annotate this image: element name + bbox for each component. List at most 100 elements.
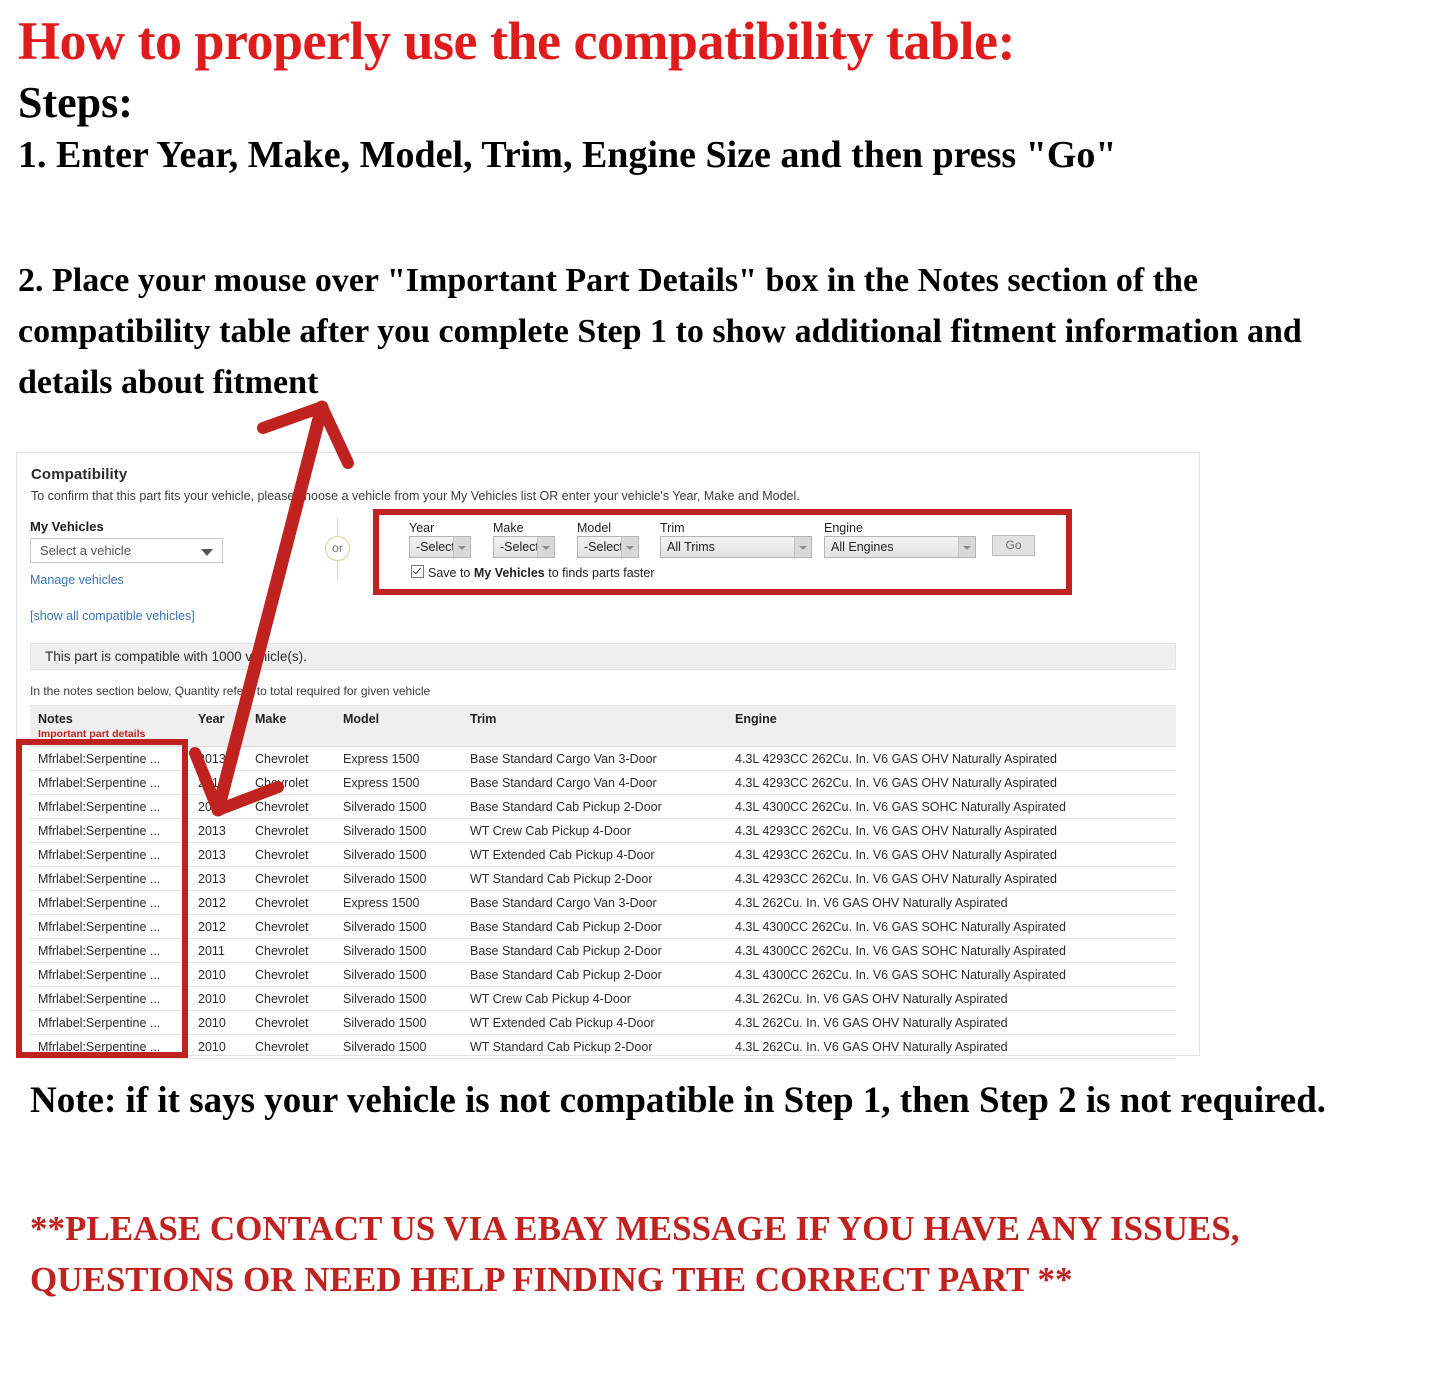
cell-make: Chevrolet bbox=[247, 1034, 335, 1059]
cell-engine: 4.3L 262Cu. In. V6 GAS OHV Naturally Asp… bbox=[727, 986, 1176, 1011]
cell-model: Express 1500 bbox=[335, 746, 462, 771]
table-row: Mfrlabel:Serpentine ... 2013 Chevrolet Silv… bbox=[30, 866, 1176, 891]
cell-notes[interactable]: Mfrlabel:Serpentine ... bbox=[30, 842, 190, 867]
column-header-notes: Notes Important part details bbox=[30, 705, 190, 747]
save-text-bold: My Vehicles bbox=[473, 566, 545, 580]
cell-make: Chevrolet bbox=[247, 938, 335, 963]
show-all-compatible-vehicles-link[interactable]: [show all compatible vehicles] bbox=[30, 609, 195, 623]
cell-trim: Base Standard Cab Pickup 2-Door bbox=[462, 914, 727, 939]
chevron-down-icon bbox=[621, 537, 638, 557]
make-select[interactable]: -Select- bbox=[493, 536, 555, 558]
cell-trim: WT Extended Cab Pickup 4-Door bbox=[462, 842, 727, 867]
cell-trim: Base Standard Cargo Van 4-Door bbox=[462, 770, 727, 795]
vehicle-select-dropdown[interactable]: Select a vehicle bbox=[30, 538, 223, 563]
cell-notes[interactable]: Mfrlabel:Serpentine ... bbox=[30, 914, 190, 939]
instructions-header: How to properly use the compatibility ta… bbox=[18, 11, 1418, 176]
cell-year: 2011 bbox=[190, 938, 247, 963]
cell-trim: WT Standard Cab Pickup 2-Door bbox=[462, 1034, 727, 1059]
cell-make: Chevrolet bbox=[247, 1010, 335, 1035]
compatibility-heading: Compatibility bbox=[31, 466, 128, 483]
model-select[interactable]: -Select- bbox=[577, 536, 639, 558]
cell-notes[interactable]: Mfrlabel:Serpentine ... bbox=[30, 818, 190, 843]
trim-select[interactable]: All Trims bbox=[660, 536, 812, 558]
vehicle-select-value: Select a vehicle bbox=[40, 543, 132, 558]
cell-engine: 4.3L 4293CC 262Cu. In. V6 GAS OHV Natura… bbox=[727, 842, 1176, 867]
cell-notes[interactable]: Mfrlabel:Serpentine ... bbox=[30, 794, 190, 819]
model-label: Model bbox=[577, 521, 612, 535]
cell-make: Chevrolet bbox=[247, 842, 335, 867]
cell-year: 2013 bbox=[190, 866, 247, 891]
column-header-year: Year bbox=[190, 705, 247, 747]
cell-notes[interactable]: Mfrlabel:Serpentine ... bbox=[30, 962, 190, 987]
footer-contact-note: **PLEASE CONTACT US VIA EBAY MESSAGE IF … bbox=[30, 1209, 1240, 1300]
cell-notes[interactable]: Mfrlabel:Serpentine ... bbox=[30, 746, 190, 771]
column-header-make: Make bbox=[247, 705, 335, 747]
cell-model: Silverado 1500 bbox=[335, 794, 462, 819]
important-part-details-label: Important part details bbox=[38, 728, 146, 740]
cell-trim: WT Crew Cab Pickup 4-Door bbox=[462, 818, 727, 843]
compatibility-subtitle: To confirm that this part fits your vehi… bbox=[31, 489, 800, 503]
column-header-trim: Trim bbox=[462, 705, 727, 747]
or-label: or bbox=[332, 541, 343, 555]
or-divider: or bbox=[320, 518, 356, 580]
my-vehicles-label: My Vehicles bbox=[30, 519, 104, 534]
cell-notes[interactable]: Mfrlabel:Serpentine ... bbox=[30, 770, 190, 795]
chevron-down-icon bbox=[794, 537, 811, 557]
cell-trim: Base Standard Cab Pickup 2-Door bbox=[462, 938, 727, 963]
engine-select[interactable]: All Engines bbox=[824, 536, 976, 558]
table-row: Mfrlabel:Serpentine ... 2013 Chevrolet Silv… bbox=[30, 794, 1176, 819]
notes-quantity-hint: In the notes section below, Quantity ref… bbox=[30, 684, 431, 698]
table-row: Mfrlabel:Serpentine ... 2012 Chevrolet Silv… bbox=[30, 914, 1176, 939]
cell-notes[interactable]: Mfrlabel:Serpentine ... bbox=[30, 938, 190, 963]
year-select[interactable]: -Select- bbox=[409, 536, 471, 558]
save-to-my-vehicles-checkbox[interactable] bbox=[411, 565, 424, 578]
cell-engine: 4.3L 262Cu. In. V6 GAS OHV Naturally Asp… bbox=[727, 1034, 1176, 1059]
cell-engine: 4.3L 262Cu. In. V6 GAS OHV Naturally Asp… bbox=[727, 1010, 1176, 1035]
chevron-down-icon bbox=[958, 537, 975, 557]
manage-vehicles-link[interactable]: Manage vehicles bbox=[30, 573, 124, 587]
column-header-model: Model bbox=[335, 705, 462, 747]
cell-notes[interactable]: Mfrlabel:Serpentine ... bbox=[30, 1010, 190, 1035]
cell-model: Silverado 1500 bbox=[335, 842, 462, 867]
cell-make: Chevrolet bbox=[247, 818, 335, 843]
table-row: Mfrlabel:Serpentine ... 2013 Chevrolet Expr… bbox=[30, 770, 1176, 795]
save-to-my-vehicles-row[interactable]: Save to My Vehicles to finds parts faste… bbox=[411, 565, 655, 580]
compatible-count-bar: This part is compatible with 1000 vehicl… bbox=[30, 643, 1176, 670]
cell-year: 2010 bbox=[190, 962, 247, 987]
cell-year: 2012 bbox=[190, 914, 247, 939]
cell-notes[interactable]: Mfrlabel:Serpentine ... bbox=[30, 1034, 190, 1059]
cell-trim: WT Standard Cab Pickup 2-Door bbox=[462, 866, 727, 891]
cell-notes[interactable]: Mfrlabel:Serpentine ... bbox=[30, 986, 190, 1011]
table-row: Mfrlabel:Serpentine ... 2013 Chevrolet Silv… bbox=[30, 842, 1176, 867]
cell-engine: 4.3L 4293CC 262Cu. In. V6 GAS OHV Natura… bbox=[727, 866, 1176, 891]
cell-model: Silverado 1500 bbox=[335, 1034, 462, 1059]
compatible-count-text: This part is compatible with 1000 vehicl… bbox=[45, 649, 307, 664]
column-header-engine: Engine bbox=[727, 705, 1176, 747]
cell-engine: 4.3L 4293CC 262Cu. In. V6 GAS OHV Natura… bbox=[727, 746, 1176, 771]
cell-make: Chevrolet bbox=[247, 770, 335, 795]
cell-year: 2013 bbox=[190, 746, 247, 771]
footer-note: Note: if it says your vehicle is not com… bbox=[30, 1080, 1327, 1121]
go-button[interactable]: Go bbox=[992, 535, 1035, 556]
column-header-notes-label: Notes bbox=[38, 712, 73, 726]
cell-notes[interactable]: Mfrlabel:Serpentine ... bbox=[30, 866, 190, 891]
page-title: How to properly use the compatibility ta… bbox=[18, 11, 1015, 71]
step-2-text: 2. Place your mouse over "Important Part… bbox=[18, 262, 1302, 401]
cell-trim: Base Standard Cargo Van 3-Door bbox=[462, 746, 727, 771]
year-field: Year -Select- bbox=[409, 521, 471, 558]
cell-trim: Base Standard Cab Pickup 2-Door bbox=[462, 794, 727, 819]
cell-year: 2010 bbox=[190, 1010, 247, 1035]
cell-make: Chevrolet bbox=[247, 914, 335, 939]
cell-year: 2012 bbox=[190, 890, 247, 915]
year-label: Year bbox=[409, 521, 435, 535]
make-field: Make -Select- bbox=[493, 521, 555, 558]
cell-trim: Base Standard Cab Pickup 2-Door bbox=[462, 962, 727, 987]
cell-year: 2013 bbox=[190, 794, 247, 819]
chevron-down-icon bbox=[201, 549, 213, 556]
fitment-table: Notes Important part details Year Make M… bbox=[30, 705, 1176, 1059]
cell-notes[interactable]: Mfrlabel:Serpentine ... bbox=[30, 890, 190, 915]
save-text-before: Save to bbox=[428, 566, 474, 580]
fitment-table-body: Mfrlabel:Serpentine ... 2013 Chevrolet Expr… bbox=[30, 746, 1176, 1059]
trim-label: Trim bbox=[660, 521, 685, 535]
engine-label: Engine bbox=[824, 521, 863, 535]
